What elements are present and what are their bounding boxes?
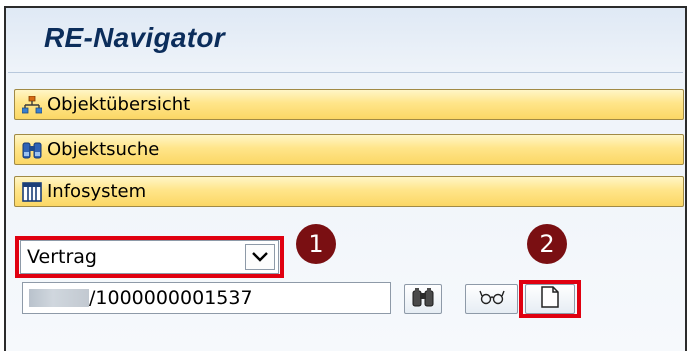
highlight-frame-1 [15,236,284,278]
highlight-frame-2 [519,280,581,318]
binoculars-icon [21,139,43,161]
hierarchy-icon [21,94,43,116]
nav-label: Objektsuche [47,139,160,160]
nav-button-objektsuche[interactable]: Objektsuche [14,134,684,165]
nav-label: Objektübersicht [47,94,191,115]
page-title: RE-Navigator [44,22,225,53]
title-bar: RE-Navigator [8,10,683,73]
report-grid-icon [21,181,43,203]
binoculars-icon [412,287,434,311]
callout-badge-1: 1 [296,224,336,264]
nav-button-objektuebersicht[interactable]: Objektübersicht [14,89,684,120]
redacted-prefix [29,289,89,307]
display-button[interactable] [465,284,518,314]
nav-button-infosystem[interactable]: Infosystem [14,176,684,207]
glasses-icon [478,289,505,309]
search-button[interactable] [404,284,442,314]
object-number-input[interactable]: /1000000001537 [22,282,391,314]
callout-badge-2: 2 [527,224,567,264]
nav-label: Infosystem [47,181,147,202]
object-number-value: /1000000001537 [89,287,253,309]
